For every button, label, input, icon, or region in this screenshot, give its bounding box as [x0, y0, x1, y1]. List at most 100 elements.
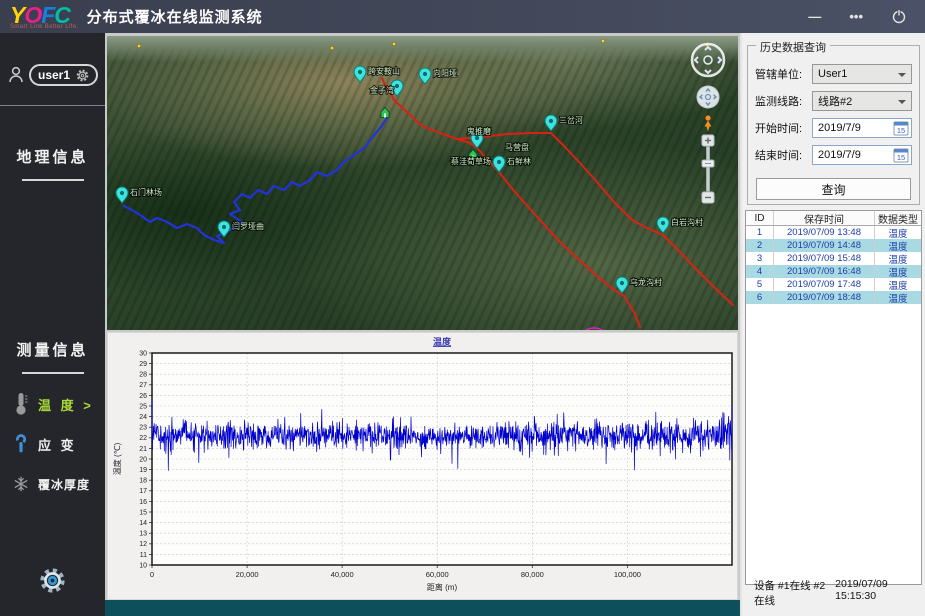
- map-pin[interactable]: 向阳垭: [419, 68, 457, 84]
- map-pin-label: 向阳垭: [433, 68, 457, 78]
- map-pin[interactable]: 三岔河: [545, 115, 583, 131]
- sidebar-item-measurement-info[interactable]: 测量信息: [0, 339, 105, 360]
- section-underline: [22, 179, 84, 181]
- header-id: ID: [746, 211, 774, 225]
- more-button[interactable]: •••: [849, 10, 863, 23]
- table-row[interactable]: 52019/07/09 17:48温度: [746, 278, 921, 291]
- query-button[interactable]: 查询: [756, 178, 911, 200]
- table-row[interactable]: 12019/07/09 13:48温度: [746, 226, 921, 239]
- username: user1: [38, 68, 70, 82]
- history-query-groupbox: 历史数据查询 管辖单位: User1 监测线路: 线路#2: [747, 45, 920, 205]
- table-cell: 温度: [875, 265, 921, 278]
- svg-text:24: 24: [139, 414, 147, 421]
- table-header: ID 保存时间 数据类型: [746, 211, 921, 226]
- user-icon: [7, 65, 25, 85]
- svg-text:19: 19: [139, 467, 147, 474]
- app-title: 分布式覆冰在线监测系统: [87, 6, 263, 27]
- main-area: 跨安鞍山向阳垭三岔河鬼推磨石鲜林白岩沟村乌龙沟村闫罗垭曲石门林场金子湾马营盘蔡洼…: [105, 33, 740, 616]
- zoom-slider-handle[interactable]: [702, 160, 714, 167]
- nav-label-ice-thickness: 覆冰厚度: [38, 476, 90, 493]
- table-cell: 温度: [875, 252, 921, 265]
- zoom-in-button[interactable]: [702, 135, 714, 146]
- move-joystick[interactable]: [697, 86, 719, 108]
- sidebar-item-ice-thickness[interactable]: 覆冰厚度: [0, 464, 105, 504]
- svg-text:15: 15: [139, 509, 147, 516]
- start-date-input[interactable]: 2019/7/9 15: [812, 118, 912, 138]
- minimize-button[interactable]: —: [808, 10, 821, 23]
- map-pin[interactable]: 跨安鞍山: [354, 66, 400, 82]
- map-pin[interactable]: 石鲜林: [493, 156, 531, 172]
- map-pin[interactable]: 白岩沟村: [657, 217, 703, 233]
- line-label: 监测线路:: [752, 93, 812, 109]
- table-cell: 温度: [875, 239, 921, 252]
- power-button[interactable]: [891, 8, 907, 26]
- calendar-icon[interactable]: 15: [893, 120, 909, 136]
- look-joystick[interactable]: [692, 44, 724, 76]
- svg-text:12: 12: [139, 541, 147, 548]
- svg-text:13: 13: [139, 531, 147, 538]
- table-cell: 温度: [875, 291, 921, 304]
- svg-text:26: 26: [139, 393, 147, 400]
- header-save-time: 保存时间: [774, 211, 875, 225]
- table-cell: 2019/07/09 14:48: [774, 239, 875, 252]
- sidebar-item-strain[interactable]: 应 变: [0, 424, 105, 464]
- pegman-icon[interactable]: [705, 115, 712, 131]
- sidebar-item-geographic-info[interactable]: 地理信息: [0, 146, 105, 167]
- svg-text:40,000: 40,000: [331, 570, 354, 579]
- highlight-circle-marker: [578, 328, 610, 330]
- temperature-chart: 温度10111213141516171819202122232425262728…: [108, 333, 737, 599]
- map-overlay: 跨安鞍山向阳垭三岔河鬼推磨石鲜林白岩沟村乌龙沟村闫罗垭曲石门林场金子湾马营盘蔡洼…: [107, 36, 738, 330]
- table-cell: 2019/07/09 13:48: [774, 226, 875, 239]
- query-panel: 历史数据查询 管辖单位: User1 监测线路: 线路#2: [740, 33, 925, 616]
- user-settings-gear-icon[interactable]: [76, 69, 89, 82]
- svg-text:20: 20: [139, 456, 147, 463]
- sidebar: user1 地理信息 测量信息: [0, 33, 105, 616]
- map-pin-label: 乌龙沟村: [630, 277, 662, 287]
- svg-text:10: 10: [139, 562, 147, 569]
- unit-select[interactable]: User1: [812, 64, 912, 84]
- settings-button[interactable]: [0, 567, 105, 594]
- section-underline: [22, 372, 84, 374]
- map-pin[interactable]: 闫罗垭曲: [218, 221, 264, 237]
- line-select[interactable]: 线路#2: [812, 91, 912, 111]
- map-pin[interactable]: 乌龙沟村: [616, 277, 662, 293]
- svg-text:60,000: 60,000: [426, 570, 449, 579]
- map-dot-marker: [138, 45, 141, 48]
- map-pin-label: 鬼推磨: [467, 126, 491, 136]
- map-pin-label: 石门林场: [130, 187, 162, 197]
- zoom-slider-track[interactable]: [707, 147, 710, 191]
- chart-title: 温度: [433, 336, 452, 347]
- table-cell: 5: [746, 278, 774, 291]
- field-row-end-time: 结束时间: 2019/7/9 15: [752, 145, 912, 165]
- field-row-start-time: 开始时间: 2019/7/9 15: [752, 118, 912, 138]
- user-row: user1: [0, 61, 105, 89]
- logo-tagline: Smart Link Better Life.: [10, 24, 79, 30]
- table-row[interactable]: 22019/07/09 14:48温度: [746, 239, 921, 252]
- statusbar: 设备 #1在线 #2在线 2019/07/09 15:15:30: [754, 578, 920, 608]
- map-pin-label: 白岩沟村: [671, 217, 703, 227]
- map-view[interactable]: 跨安鞍山向阳垭三岔河鬼推磨石鲜林白岩沟村乌龙沟村闫罗垭曲石门林场金子湾马营盘蔡洼…: [107, 36, 738, 330]
- table-cell: 2019/07/09 15:48: [774, 252, 875, 265]
- table-cell: 4: [746, 265, 774, 278]
- measurement-nav: 温 度 > 应 变: [0, 384, 105, 504]
- chart-panel: 温度10111213141516171819202122232425262728…: [107, 332, 738, 600]
- svg-text:23: 23: [139, 425, 147, 432]
- table-cell: 3: [746, 252, 774, 265]
- svg-text:11: 11: [140, 552, 147, 559]
- chart-xlabel: 距离 (m): [427, 582, 458, 592]
- thermometer-icon: [13, 391, 29, 417]
- line-select-value: 线路#2: [818, 93, 852, 109]
- sidebar-item-temperature[interactable]: 温 度 >: [0, 384, 105, 424]
- user-pill[interactable]: user1: [29, 64, 98, 86]
- zoom-out-button[interactable]: [702, 192, 714, 203]
- table-row[interactable]: 62019/07/09 18:48温度: [746, 291, 921, 304]
- end-date-input[interactable]: 2019/7/9 15: [812, 145, 912, 165]
- svg-text:21: 21: [139, 446, 147, 453]
- calendar-icon[interactable]: 15: [893, 147, 909, 163]
- map-pin[interactable]: 石门林场: [116, 187, 162, 203]
- table-cell: 温度: [875, 226, 921, 239]
- device-status: 设备 #1在线 #2在线: [754, 578, 835, 608]
- table-row[interactable]: 32019/07/09 15:48温度: [746, 252, 921, 265]
- start-time-label: 开始时间:: [752, 120, 812, 136]
- table-row[interactable]: 42019/07/09 16:48温度: [746, 265, 921, 278]
